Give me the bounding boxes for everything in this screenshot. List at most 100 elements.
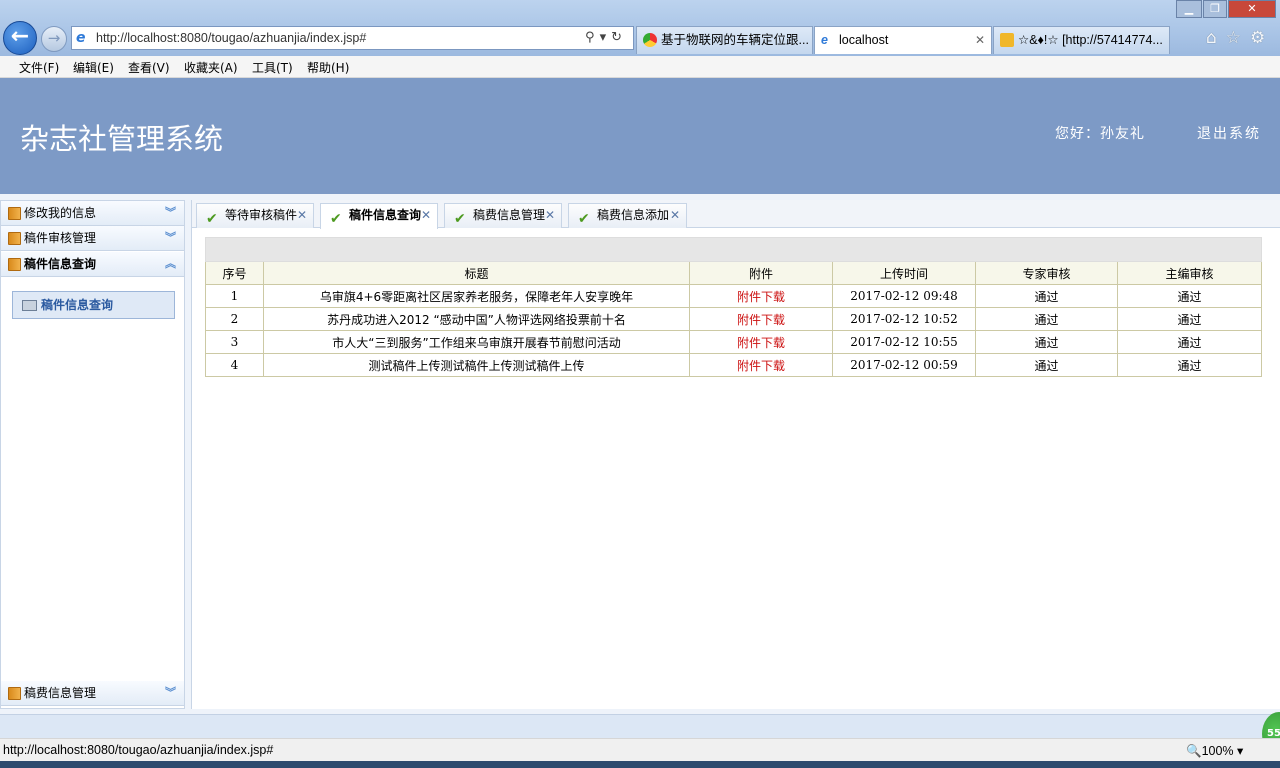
close-icon[interactable]: ✕ — [670, 204, 680, 227]
table-row: 1 乌审旗4+6零距离社区居家养老服务，保障老年人安享晚年 附件下载 2017-… — [205, 284, 1263, 308]
chevron-down-icon[interactable]: ︾ — [165, 681, 176, 705]
row-title: 市人大“三到服务”工作组来乌审旗开展春节前慰问活动 — [263, 330, 690, 354]
row-index: 4 — [205, 353, 264, 377]
book-icon — [8, 232, 21, 245]
browser-titlebar: ← → e http://localhost:8080/tougao/azhua… — [0, 0, 1280, 56]
browser-tab-label: 基于物联网的车辆定位跟... — [661, 33, 809, 47]
sidebar-section-review[interactable]: 稿件审核管理 ︾ — [1, 226, 184, 251]
browser-tab-3[interactable]: ☆&♦!☆ [http://57414774... — [993, 26, 1170, 54]
menu-tools[interactable]: 工具(T) — [252, 59, 293, 76]
close-icon[interactable]: ✕ — [297, 204, 307, 227]
book-icon — [8, 258, 21, 271]
chevron-down-icon[interactable]: ︾ — [165, 226, 176, 250]
list-icon — [22, 300, 37, 311]
zoom-icon: 🔍 — [1186, 744, 1202, 758]
expert-review-status: 通过 — [975, 307, 1118, 331]
book-icon — [8, 207, 21, 220]
menu-help[interactable]: 帮助(H) — [307, 59, 349, 76]
back-arrow-icon[interactable]: ← — [3, 21, 37, 55]
tab-label: 稿件信息查询 — [349, 208, 422, 222]
restore-icon[interactable]: ❐ — [1203, 0, 1227, 18]
close-window-icon[interactable]: ✕ — [1228, 0, 1276, 18]
forward-arrow-icon[interactable]: → — [41, 26, 67, 52]
home-star-gear-icons[interactable]: ⌂☆⚙ — [1206, 28, 1274, 48]
book-icon — [8, 687, 21, 700]
search-refresh-icon[interactable]: ⚲▾↻ — [585, 30, 627, 45]
editor-review-status: 通过 — [1116, 307, 1263, 331]
os-taskbar — [0, 761, 1280, 768]
menu-favorites[interactable]: 收藏夹(A) — [184, 59, 238, 76]
close-icon[interactable]: ✕ — [545, 204, 555, 227]
sidebar-item-label: 稿件信息查询 — [41, 298, 114, 312]
page-tabs: ✔ 等待审核稿件 ✕ ✔ 稿件信息查询 ✕ ✔ 稿费信息管理 ✕ ✔ 稿费信息添… — [192, 200, 1280, 229]
sidebar-section-label: 稿费信息管理 — [24, 686, 97, 700]
status-url: http://localhost:8080/tougao/azhuanjia/i… — [3, 743, 274, 757]
chrome-logo-icon — [643, 33, 657, 47]
sidebar-item-query[interactable]: 稿件信息查询 — [12, 291, 175, 319]
check-icon: ✔ — [206, 211, 218, 227]
main-panel: ✔ 等待审核稿件 ✕ ✔ 稿件信息查询 ✕ ✔ 稿费信息管理 ✕ ✔ 稿费信息添… — [191, 200, 1280, 709]
browser-tab-1[interactable]: 基于物联网的车辆定位跟... — [636, 26, 813, 54]
app-footer — [0, 714, 1280, 738]
attachment-download-link[interactable]: 附件下载 — [689, 307, 833, 331]
chevron-up-icon[interactable]: ︽ — [165, 252, 176, 276]
tab-label: 稿费信息管理 — [473, 208, 546, 222]
menu-bar: 文件(F) 编辑(E) 查看(V) 收藏夹(A) 工具(T) 帮助(H) — [0, 56, 1280, 78]
check-icon: ✔ — [578, 211, 590, 227]
logout-link[interactable]: 退出系统 — [1197, 123, 1261, 143]
browser-tab-2[interactable]: e localhost ✕ — [814, 26, 992, 54]
menu-file[interactable]: 文件(F) — [19, 59, 59, 76]
row-title: 乌审旗4+6零距离社区居家养老服务，保障老年人安享晚年 — [263, 284, 690, 308]
tab-pending-review[interactable]: ✔ 等待审核稿件 ✕ — [196, 203, 314, 228]
row-index: 1 — [205, 284, 264, 308]
attachment-download-link[interactable]: 附件下载 — [689, 284, 833, 308]
manuscript-table: 序号 标题 附件 上传时间 专家审核 主编审核 1 乌审旗4+6零距离社区居家养… — [204, 237, 1263, 377]
tab-label: 等待审核稿件 — [225, 208, 298, 222]
column-header: 附件 — [689, 261, 833, 285]
app-header: 杂志社管理系统 您好：孙友礼 退出系统 — [0, 78, 1280, 194]
row-title: 苏丹成功进入2012 “感动中国”人物评选网络投票前十名 — [263, 307, 690, 331]
upload-time: 2017-02-12 09:48 — [832, 284, 976, 308]
ie-logo-icon: e — [821, 33, 828, 47]
table-row: 3 市人大“三到服务”工作组来乌审旗开展春节前慰问活动 附件下载 2017-02… — [205, 330, 1263, 354]
browser-tab-label: localhost — [839, 33, 889, 47]
attachment-download-link[interactable]: 附件下载 — [689, 353, 833, 377]
app-title: 杂志社管理系统 — [20, 122, 224, 156]
browser-tab-label: ☆&♦!☆ [http://57414774... — [1018, 33, 1163, 47]
column-header: 专家审核 — [975, 261, 1118, 285]
sidebar-section-profile[interactable]: 修改我的信息 ︾ — [1, 201, 184, 226]
tab-manuscript-query[interactable]: ✔ 稿件信息查询 ✕ — [320, 203, 438, 229]
sidebar-section-query[interactable]: 稿件信息查询 ︽ — [1, 252, 184, 277]
close-icon[interactable]: ✕ — [421, 204, 431, 227]
table-row: 4 测试稿件上传测试稿件上传测试稿件上传 附件下载 2017-02-12 00:… — [205, 353, 1263, 377]
tab-fee-add[interactable]: ✔ 稿费信息添加 ✕ — [568, 203, 687, 228]
address-bar[interactable]: e http://localhost:8080/tougao/azhuanjia… — [71, 26, 634, 50]
check-icon: ✔ — [330, 211, 342, 227]
ie-logo-icon: e — [76, 30, 86, 46]
sidebar-section-fees[interactable]: 稿费信息管理 ︾ — [1, 681, 184, 706]
column-header: 上传时间 — [832, 261, 976, 285]
row-title: 测试稿件上传测试稿件上传测试稿件上传 — [263, 353, 690, 377]
menu-edit[interactable]: 编辑(E) — [73, 59, 114, 76]
tab-fee-management[interactable]: ✔ 稿费信息管理 ✕ — [444, 203, 562, 228]
column-header: 序号 — [205, 261, 264, 285]
zoom-level[interactable]: 🔍100% ▾ — [1186, 743, 1243, 759]
menu-view[interactable]: 查看(V) — [128, 59, 170, 76]
editor-review-status: 通过 — [1116, 353, 1263, 377]
tab-label: 稿费信息添加 — [597, 208, 670, 222]
table-header: 序号 标题 附件 上传时间 专家审核 主编审核 — [205, 261, 1263, 285]
address-url[interactable]: http://localhost:8080/tougao/azhuanjia/i… — [96, 31, 366, 45]
table-toolbar — [204, 237, 1263, 262]
close-tab-icon[interactable]: ✕ — [975, 27, 985, 54]
browser-status-bar: http://localhost:8080/tougao/azhuanjia/i… — [0, 738, 1280, 761]
expert-review-status: 通过 — [975, 330, 1118, 354]
attachment-download-link[interactable]: 附件下载 — [689, 330, 833, 354]
upload-time: 2017-02-12 00:59 — [832, 353, 976, 377]
minimize-icon[interactable]: ▁ — [1176, 0, 1202, 18]
row-index: 2 — [205, 307, 264, 331]
chevron-down-icon[interactable]: ︾ — [165, 201, 176, 225]
expert-review-status: 通过 — [975, 353, 1118, 377]
check-icon: ✔ — [454, 211, 466, 227]
favicon-icon — [1000, 33, 1014, 47]
user-greeting: 您好：孙友礼 — [1055, 126, 1145, 142]
